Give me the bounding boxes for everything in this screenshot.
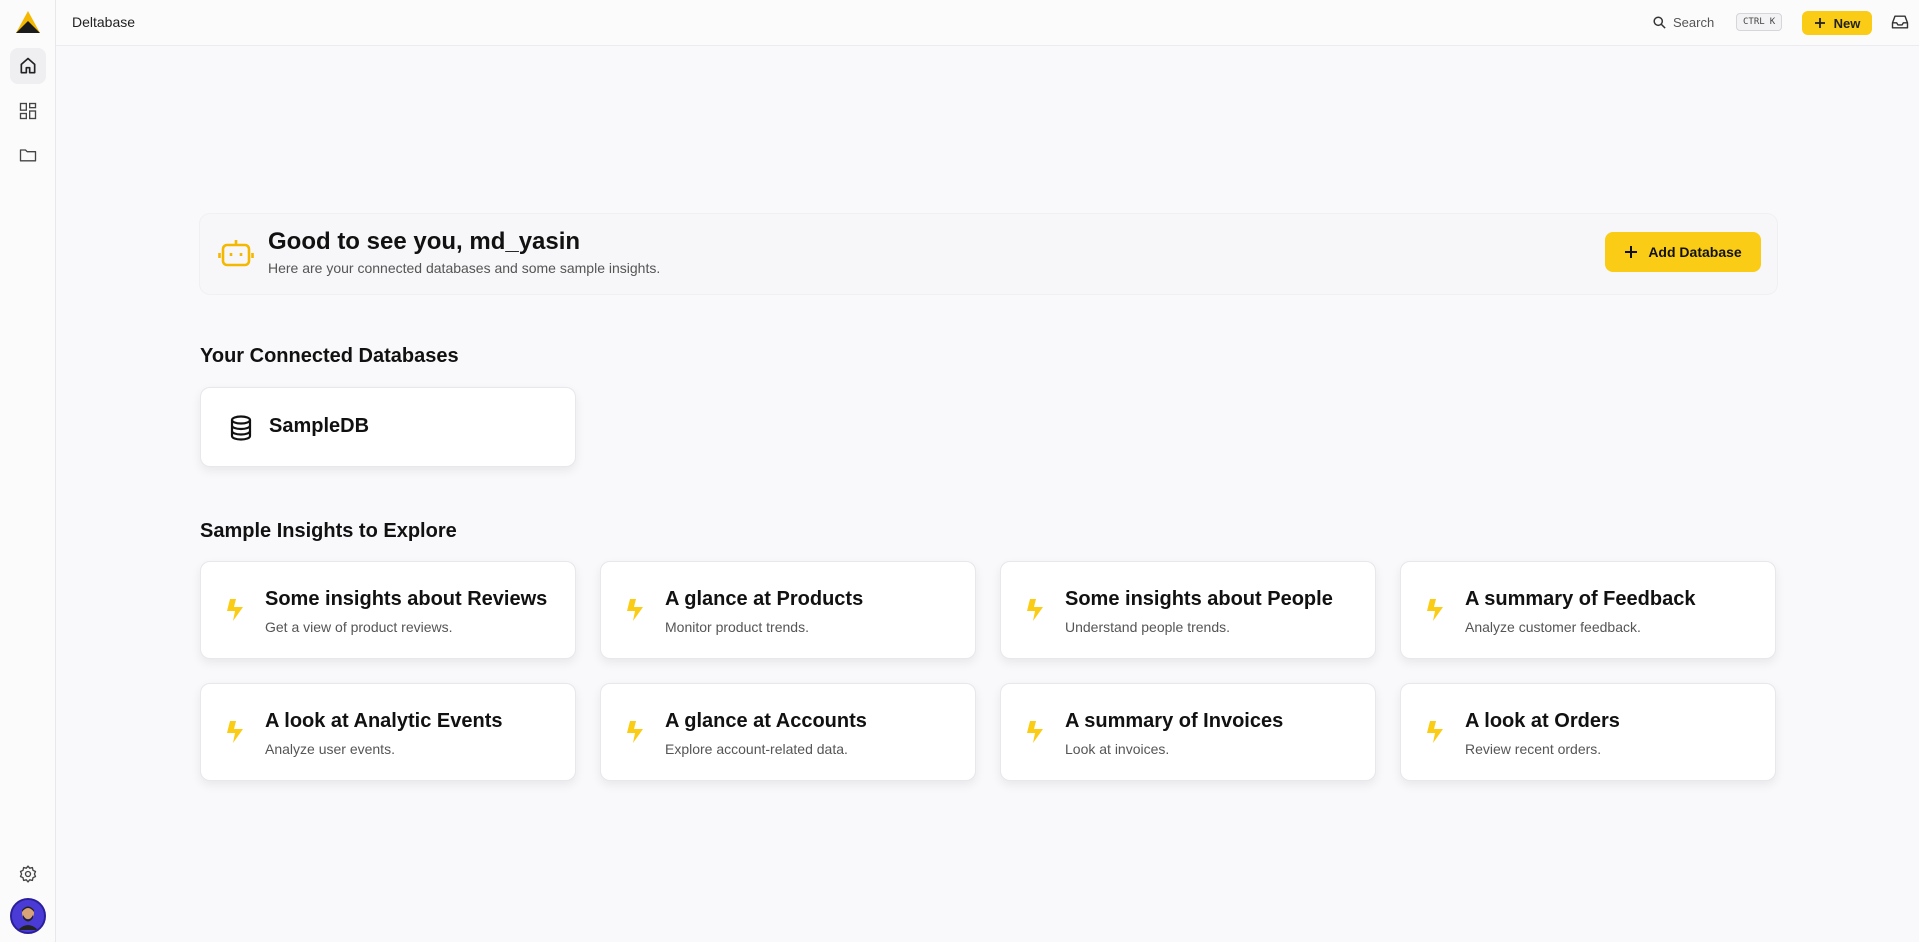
insight-card[interactable]: Some insights about People Understand pe… [1000,561,1376,659]
insight-title: A glance at Accounts [665,710,867,732]
database-card-sampledb[interactable]: SampleDB [200,387,576,467]
bolt-icon [627,721,643,743]
welcome-banner: Good to see you, md_yasin Here are your … [200,214,1777,294]
search-button[interactable]: Search [1652,10,1714,34]
search-icon [1653,15,1666,29]
insight-description: Review recent orders. [1465,741,1602,757]
insight-title: Some insights about Reviews [265,588,548,610]
sample-insights-heading: Sample Insights to Explore [200,520,457,542]
shortcut-ctrl: CTRL [1743,17,1765,27]
database-name: SampleDB [269,415,370,437]
search-shortcut-hint: CTRL K [1736,13,1783,31]
insight-description: Analyze user events. [265,741,395,757]
welcome-title: Good to see you, md_yasin [268,228,581,255]
insight-description: Monitor product trends. [665,619,809,635]
insight-card[interactable]: A summary of Invoices Look at invoices. [1000,683,1376,781]
insight-card[interactable]: Some insights about Reviews Get a view o… [200,561,576,659]
add-database-label: Add Database [1648,244,1742,260]
deltabase-logo-icon[interactable] [15,10,41,34]
connected-databases-heading: Your Connected Databases [200,345,459,367]
insight-title: A look at Orders [1465,710,1620,732]
shortcut-key: K [1769,17,1776,27]
add-database-button[interactable]: Add Database [1605,232,1761,272]
sidebar-dashboards-button[interactable] [10,93,46,129]
database-icon [230,415,252,441]
home-icon [20,57,36,74]
insight-title: A look at Analytic Events [265,710,503,732]
insight-description: Look at invoices. [1065,741,1170,757]
user-avatar[interactable] [10,898,46,934]
insight-title: A summary of Invoices [1065,710,1284,732]
insight-title: A summary of Feedback [1465,588,1696,610]
sidebar-home-button[interactable] [10,48,46,84]
sidebar [0,0,56,942]
settings-icon [19,865,37,883]
insight-title: A glance at Products [665,588,864,610]
insight-description: Explore account-related data. [665,741,848,757]
top-bar: Deltabase Search CTRL K New [56,0,1919,46]
bolt-icon [227,599,243,621]
bolt-icon [1027,721,1043,743]
insight-description: Get a view of product reviews. [265,619,453,635]
bolt-icon [1427,721,1443,743]
folder-icon [19,149,37,162]
inbox-icon[interactable] [1890,12,1910,32]
bolt-icon [227,721,243,743]
new-button-label: New [1833,15,1861,31]
app-title: Deltabase [72,14,136,30]
insight-description: Understand people trends. [1065,619,1230,635]
avatar-icon [12,900,44,932]
sidebar-folders-button[interactable] [10,137,46,173]
dashboard-icon [19,102,37,120]
bolt-icon [1027,599,1043,621]
insight-card[interactable]: A glance at Accounts Explore account-rel… [600,683,976,781]
plus-icon [1814,18,1825,28]
plus-icon [1625,246,1638,258]
insight-card[interactable]: A look at Orders Review recent orders. [1400,683,1776,781]
insight-card[interactable]: A look at Analytic Events Analyze user e… [200,683,576,781]
welcome-subtitle: Here are your connected databases and so… [268,260,661,276]
insight-description: Analyze customer feedback. [1465,619,1641,635]
new-button[interactable]: New [1802,11,1872,35]
insight-card[interactable]: A summary of Feedback Analyze customer f… [1400,561,1776,659]
insight-card[interactable]: A glance at Products Monitor product tre… [600,561,976,659]
bot-icon [218,240,254,267]
search-label: Search [1673,14,1715,30]
insight-title: Some insights about People [1065,588,1333,610]
bolt-icon [627,599,643,621]
bolt-icon [1427,599,1443,621]
sidebar-settings-button[interactable] [10,856,46,892]
